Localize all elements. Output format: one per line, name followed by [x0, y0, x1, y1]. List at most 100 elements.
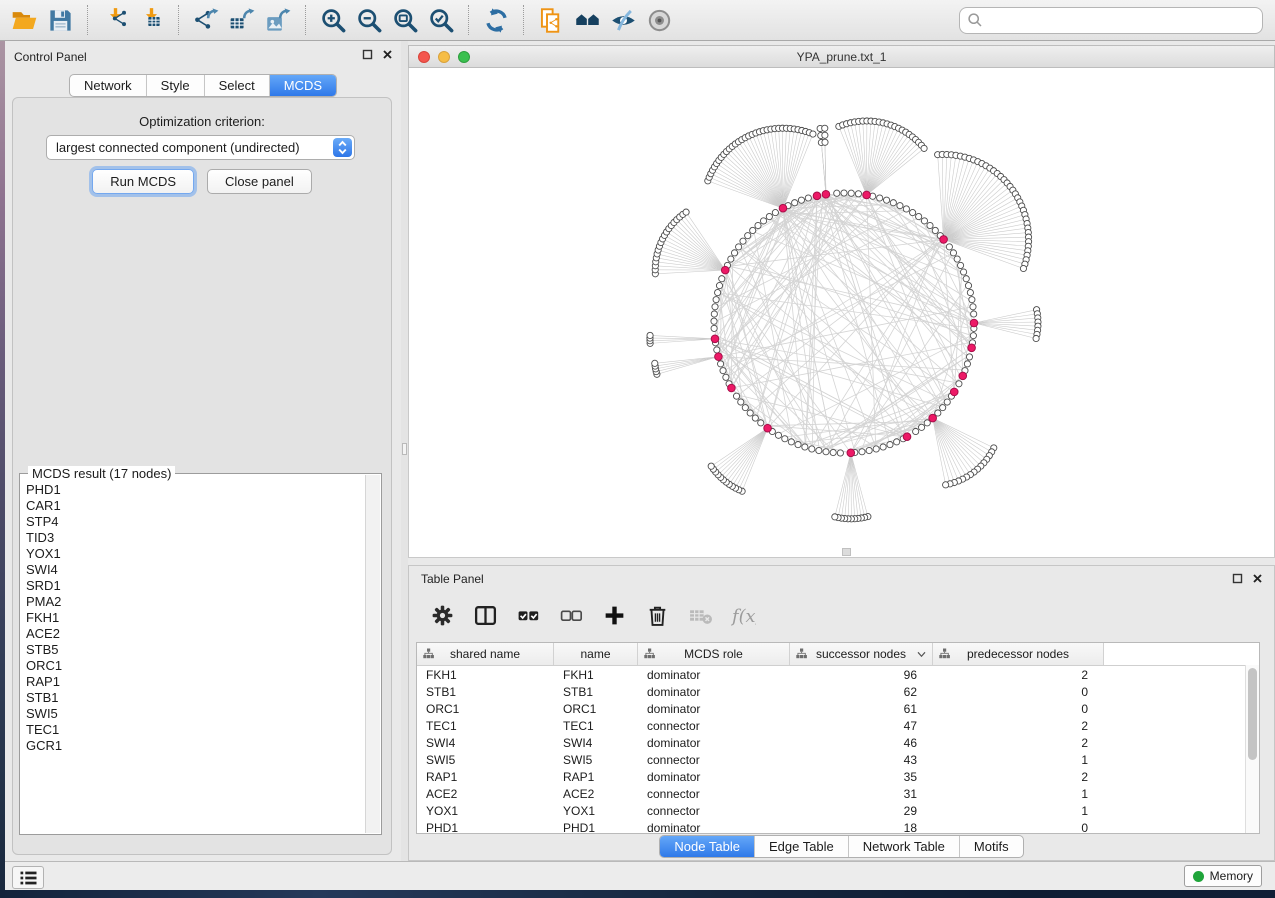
network-satellite-node[interactable]	[652, 360, 658, 366]
optimization-criterion-dropdown[interactable]: largest connected component (undirected)	[46, 135, 355, 160]
network-satellite-node[interactable]	[1020, 265, 1026, 271]
network-satellite-node[interactable]	[810, 131, 816, 137]
tab-network[interactable]: Network	[70, 75, 146, 96]
table-panel-float-icon[interactable]	[1232, 573, 1243, 584]
network-satellite-node[interactable]	[647, 332, 653, 338]
export-image-button[interactable]	[262, 4, 294, 36]
table-row[interactable]: PHD1PHD1dominator180	[417, 819, 1259, 834]
network-node[interactable]	[758, 420, 764, 426]
network-node[interactable]	[760, 218, 766, 224]
network-node[interactable]	[873, 446, 879, 452]
network-node[interactable]	[883, 197, 889, 203]
network-node[interactable]	[957, 262, 963, 268]
network-node[interactable]	[880, 444, 886, 450]
column-header-predecessor-nodes[interactable]: predecessor nodes	[933, 643, 1104, 665]
network-node[interactable]	[711, 325, 717, 331]
network-node[interactable]	[837, 450, 843, 456]
tab-node-table[interactable]: Node Table	[660, 836, 754, 857]
network-satellite-node[interactable]	[921, 145, 927, 151]
mcds-result-item[interactable]: PHD1	[26, 482, 366, 498]
network-node[interactable]	[736, 244, 742, 250]
network-satellite-node[interactable]	[822, 125, 828, 131]
network-hub-node[interactable]	[950, 388, 958, 396]
network-satellite-node[interactable]	[943, 482, 949, 488]
network-canvas[interactable]	[409, 68, 1274, 556]
network-node[interactable]	[866, 447, 872, 453]
open-file-button[interactable]	[8, 4, 40, 36]
network-node[interactable]	[903, 206, 909, 212]
show-all-button[interactable]	[643, 4, 675, 36]
export-network-button[interactable]	[190, 4, 222, 36]
network-node[interactable]	[940, 405, 946, 411]
network-node[interactable]	[859, 449, 865, 455]
network-hub-node[interactable]	[711, 335, 719, 343]
splitter-grip[interactable]	[402, 443, 407, 455]
network-node[interactable]	[738, 399, 744, 405]
panel-splitter[interactable]	[401, 41, 408, 861]
task-history-button[interactable]	[12, 866, 44, 889]
table-row[interactable]: YOX1YOX1connector291	[417, 802, 1259, 819]
network-node[interactable]	[802, 444, 808, 450]
network-node[interactable]	[877, 195, 883, 201]
show-columns-button[interactable]	[472, 602, 498, 628]
mcds-result-item[interactable]: PMA2	[26, 594, 366, 610]
mcds-result-item[interactable]: TID3	[26, 530, 366, 546]
tab-select[interactable]: Select	[204, 75, 269, 96]
network-node[interactable]	[954, 256, 960, 262]
tab-edge-table[interactable]: Edge Table	[754, 836, 848, 857]
network-node[interactable]	[927, 222, 933, 228]
network-node[interactable]	[913, 428, 919, 434]
network-node[interactable]	[963, 276, 969, 282]
tab-motifs[interactable]: Motifs	[959, 836, 1023, 857]
mcds-result-item[interactable]: SWI4	[26, 562, 366, 578]
network-node[interactable]	[932, 227, 938, 233]
mcds-result-item[interactable]: FKH1	[26, 610, 366, 626]
network-node[interactable]	[841, 190, 847, 196]
network-node[interactable]	[890, 200, 896, 206]
network-node[interactable]	[969, 297, 975, 303]
network-node[interactable]	[960, 269, 966, 275]
tab-network-table[interactable]: Network Table	[848, 836, 959, 857]
network-satellite-node[interactable]	[832, 514, 838, 520]
network-node[interactable]	[723, 374, 729, 380]
network-node[interactable]	[728, 256, 734, 262]
network-node[interactable]	[715, 289, 721, 295]
network-satellite-node[interactable]	[683, 209, 689, 215]
import-table-button[interactable]	[135, 4, 167, 36]
deselect-all-rows-button[interactable]	[558, 602, 584, 628]
table-row[interactable]: FKH1FKH1dominator962	[417, 666, 1259, 683]
network-node[interactable]	[711, 311, 717, 317]
network-satellite-node[interactable]	[822, 132, 828, 138]
network-hub-node[interactable]	[968, 344, 976, 352]
network-hub-node[interactable]	[903, 433, 911, 441]
network-hub-node[interactable]	[764, 424, 772, 432]
column-header-shared-name[interactable]: shared name	[417, 643, 554, 665]
network-node[interactable]	[752, 415, 758, 421]
zoom-out-button[interactable]	[353, 4, 385, 36]
network-node[interactable]	[719, 276, 725, 282]
memory-button[interactable]: Memory	[1184, 865, 1262, 887]
mcds-result-item[interactable]: STB5	[26, 642, 366, 658]
network-node[interactable]	[964, 361, 970, 367]
network-hub-node[interactable]	[929, 414, 937, 422]
mcds-result-item[interactable]: GCR1	[26, 738, 366, 754]
first-neighbors-button[interactable]	[571, 4, 603, 36]
network-node[interactable]	[775, 432, 781, 438]
network-node[interactable]	[714, 347, 720, 353]
network-node[interactable]	[731, 250, 737, 256]
run-mcds-button[interactable]: Run MCDS	[92, 169, 194, 194]
network-node[interactable]	[916, 213, 922, 219]
network-node[interactable]	[805, 195, 811, 201]
network-node[interactable]	[740, 238, 746, 244]
network-node[interactable]	[921, 218, 927, 224]
mcds-result-item[interactable]: ORC1	[26, 658, 366, 674]
network-hub-node[interactable]	[940, 236, 948, 244]
network-node[interactable]	[733, 393, 739, 399]
network-node[interactable]	[910, 209, 916, 215]
network-node[interactable]	[830, 449, 836, 455]
network-node[interactable]	[792, 200, 798, 206]
network-hub-node[interactable]	[779, 204, 787, 212]
tab-mcds[interactable]: MCDS	[269, 75, 336, 96]
select-all-rows-button[interactable]	[515, 602, 541, 628]
column-header-successor-nodes[interactable]: successor nodes	[790, 643, 933, 665]
